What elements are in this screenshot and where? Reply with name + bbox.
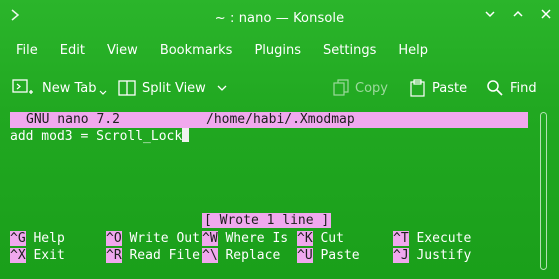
status-message: [ Wrote 1 line ] (202, 213, 332, 228)
chevron-down-icon (485, 11, 495, 18)
text-cursor (182, 128, 190, 142)
shortcut-replace[interactable]: ^\ Replace (202, 248, 280, 264)
split-view-button[interactable]: Split View (118, 76, 228, 100)
new-tab-button[interactable]: New Tab (12, 76, 107, 100)
menu-plugins[interactable]: Plugins (254, 43, 301, 58)
menu-edit[interactable]: Edit (60, 43, 85, 58)
shortcut-label: Paste (320, 248, 360, 263)
shortcut-where-is[interactable]: ^W Where Is (202, 231, 288, 247)
paste-icon (410, 79, 425, 97)
shortcut-write-out[interactable]: ^O Write Out (106, 231, 200, 247)
maximize-button[interactable] (511, 8, 525, 24)
shortcut-label: Replace (225, 248, 281, 263)
shortcut-label: Write Out (129, 231, 200, 246)
terminal-icon[interactable] (10, 8, 22, 26)
find-label: Find (510, 80, 537, 96)
shortcut-read-file[interactable]: ^R Read File (106, 248, 200, 264)
split-view-label: Split View (142, 80, 206, 96)
nano-file-path: /home/habi/.Xmodmap (206, 112, 355, 127)
shortcut-execute[interactable]: ^T Execute (393, 231, 471, 247)
shortcut-label: Help (33, 231, 65, 246)
menu-bar: File Edit View Bookmarks Plugins Setting… (0, 38, 559, 62)
copy-label: Copy (355, 80, 388, 96)
shortcut-key: ^G (10, 231, 26, 246)
chevron-up-icon (513, 10, 523, 17)
toolbar: New Tab Split View Copy Paste Find (0, 72, 559, 104)
paste-label: Paste (432, 80, 468, 96)
scrollbar-thumb[interactable] (540, 112, 547, 270)
shortcut-exit[interactable]: ^X Exit (10, 248, 65, 264)
shortcut-cut[interactable]: ^K Cut (297, 231, 344, 247)
chevron-down-icon (99, 90, 106, 95)
window-title: ~ : nano — Konsole (214, 10, 345, 26)
shortcut-key: ^U (297, 248, 313, 263)
new-tab-icon (12, 79, 33, 94)
shortcut-key: ^W (202, 231, 218, 246)
nano-version: GNU nano 7.2 (26, 112, 120, 127)
close-button[interactable] (539, 8, 553, 24)
konsole-window: ~ : nano — Konsole File Edit View Bookma… (0, 0, 559, 279)
shortcut-label: Execute (416, 231, 472, 246)
buffer-line[interactable]: add mod3 = Scroll_Lock (10, 128, 190, 144)
menu-settings[interactable]: Settings (323, 43, 376, 58)
copy-button[interactable]: Copy (333, 76, 388, 100)
shortcut-key: ^R (106, 248, 122, 263)
close-icon (541, 9, 551, 19)
shortcut-key: ^O (106, 231, 122, 246)
terminal-area[interactable]: GNU nano 7.2 /home/habi/.Xmodmap add mod… (6, 109, 528, 274)
shortcut-help[interactable]: ^G Help (10, 231, 65, 247)
minimize-button[interactable] (483, 8, 497, 24)
shortcut-key: ^X (10, 248, 26, 263)
shortcut-key: ^K (297, 231, 313, 246)
title-bar: ~ : nano — Konsole (0, 0, 559, 36)
menu-help[interactable]: Help (398, 43, 428, 58)
shortcut-justify[interactable]: ^J Justify (393, 248, 471, 264)
menu-file[interactable]: File (16, 43, 38, 58)
buffer-text: add mod3 = Scroll_Lock (10, 129, 183, 144)
shortcut-label: Justify (416, 248, 472, 263)
shortcut-key: ^J (393, 248, 409, 263)
copy-icon (333, 79, 349, 96)
menu-bookmarks[interactable]: Bookmarks (160, 43, 233, 58)
shortcut-label: Cut (320, 231, 344, 246)
shortcut-label: Exit (33, 248, 65, 263)
new-tab-label: New Tab (42, 80, 97, 96)
find-button[interactable]: Find (486, 76, 537, 100)
terminal-scrollbar[interactable] (537, 112, 549, 272)
shortcut-paste[interactable]: ^U Paste (297, 248, 360, 264)
shortcut-label: Read File (129, 248, 200, 263)
shortcut-key: ^\ (202, 248, 218, 263)
chevron-down-icon (217, 85, 227, 91)
shortcut-label: Where Is (225, 231, 289, 246)
split-view-icon (118, 80, 136, 96)
paste-button[interactable]: Paste (410, 76, 467, 100)
menu-view[interactable]: View (107, 43, 138, 58)
shortcut-key: ^T (393, 231, 409, 246)
nano-header-bar: GNU nano 7.2 /home/habi/.Xmodmap (10, 112, 528, 128)
search-icon (487, 80, 503, 96)
